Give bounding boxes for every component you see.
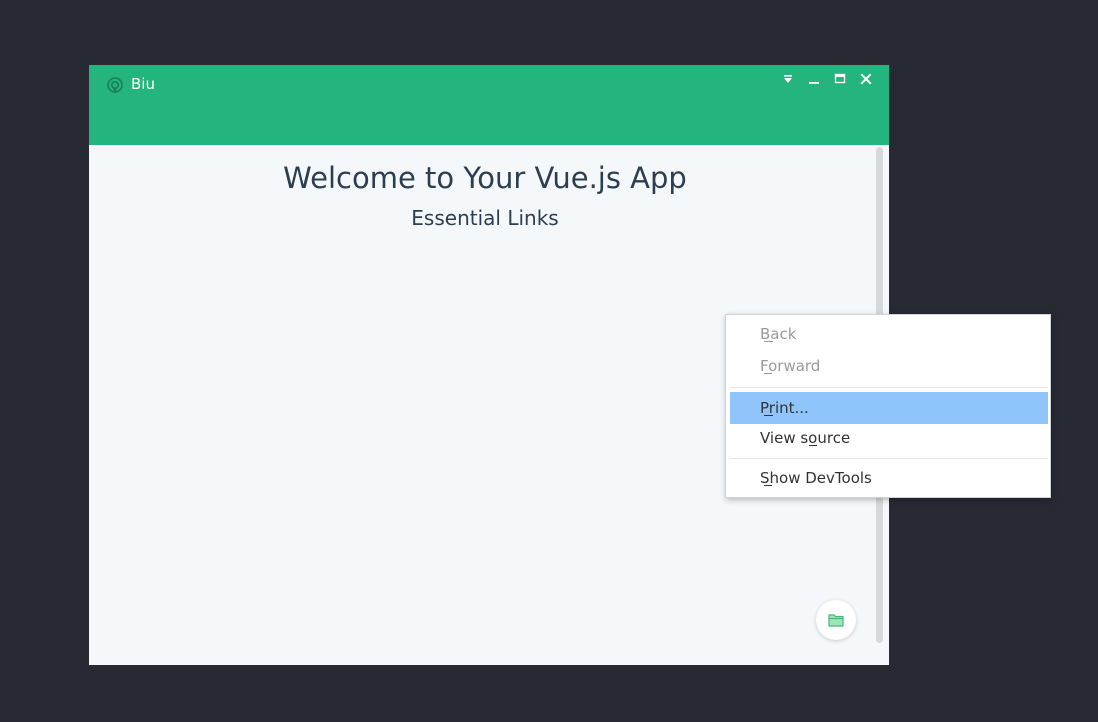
- page-title: Welcome to Your Vue.js App: [283, 161, 687, 195]
- minimize-icon: [809, 82, 819, 84]
- titlebar[interactable]: Biu: [89, 65, 889, 145]
- app-logo-icon: [107, 77, 123, 94]
- desktop: Biu Welcome to Your Vue.js App Essential…: [0, 0, 1098, 722]
- minimize-button[interactable]: [801, 69, 827, 89]
- menu-item-label: View source: [760, 429, 851, 447]
- context-menu: Back Forward Print... View source Show D…: [725, 314, 1051, 498]
- close-button[interactable]: [853, 69, 879, 89]
- menu-item-label: Show DevTools: [760, 469, 872, 487]
- menu-item-print[interactable]: Print...: [730, 392, 1048, 424]
- menu-separator: [730, 387, 1048, 388]
- maximize-icon: [834, 73, 846, 84]
- page-subtitle: Essential Links: [411, 206, 559, 230]
- menu-item-show-devtools[interactable]: Show DevTools: [730, 462, 1048, 494]
- app-title: Biu: [131, 75, 155, 93]
- menu-item-view-source[interactable]: View source: [730, 422, 1048, 454]
- folder-icon: [828, 614, 844, 627]
- tray-menu-button[interactable]: [775, 69, 801, 89]
- open-folder-button[interactable]: [816, 600, 856, 640]
- tray-menu-icon: [784, 75, 792, 83]
- menu-item-forward[interactable]: Forward: [730, 350, 1048, 382]
- menu-item-back[interactable]: Back: [730, 318, 1048, 350]
- close-icon: [860, 73, 872, 85]
- maximize-button[interactable]: [827, 69, 853, 89]
- window-controls: [775, 69, 879, 89]
- menu-separator: [730, 458, 1048, 459]
